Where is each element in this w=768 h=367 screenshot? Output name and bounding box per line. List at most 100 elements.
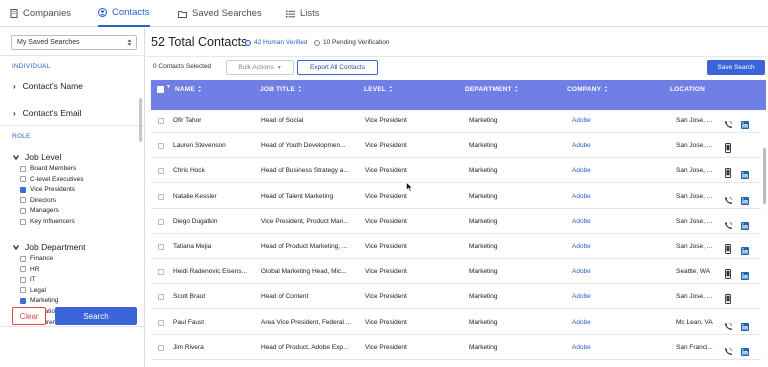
row-checkbox[interactable] [158, 244, 164, 250]
checkbox[interactable] [20, 176, 26, 183]
tab-saved-searches[interactable]: Saved Searches [178, 0, 262, 27]
column-header[interactable]: COMPANY ▲ ▼ [567, 85, 608, 93]
job-level-group[interactable]: Job Level [13, 152, 61, 162]
cell-name[interactable]: Heidi Radenovic Eisens... [173, 268, 247, 275]
table-row[interactable]: Chris Hock Head of Business Strategy a...… [151, 158, 761, 184]
phone-icon[interactable] [724, 116, 733, 134]
tab-lists[interactable]: Lists [286, 0, 320, 27]
checkbox[interactable] [20, 276, 26, 283]
table-row[interactable]: Jim Rivera Head of Product, Adobe Exp... V… [151, 335, 761, 360]
company-link[interactable]: Adobe [572, 344, 591, 351]
cell-name[interactable]: Ofir Tahor [173, 117, 201, 124]
cell-name[interactable]: Paul Faust [173, 319, 204, 326]
column-header[interactable]: JOB TITLE ▲ ▼ [260, 85, 302, 93]
cell-name[interactable]: Chris Hock [173, 167, 205, 174]
linkedin-icon[interactable] [741, 116, 749, 134]
company-link[interactable]: Adobe [572, 293, 591, 300]
filter-option[interactable]: Key Influencers [20, 217, 75, 226]
company-link[interactable]: Adobe [572, 218, 591, 225]
checkbox[interactable] [20, 287, 26, 294]
cell-name[interactable]: Scott Braut [173, 293, 205, 300]
filter-option[interactable]: Marketing [20, 296, 59, 305]
checkbox[interactable] [20, 197, 26, 204]
row-checkbox[interactable] [158, 319, 164, 326]
phone-icon[interactable] [724, 343, 733, 361]
linkedin-icon[interactable] [741, 166, 749, 184]
company-link[interactable]: Adobe [572, 167, 591, 174]
cell-name[interactable]: Diego Dugatkin [173, 218, 217, 225]
linkedin-icon[interactable] [741, 242, 749, 260]
select-all-dropdown[interactable]: ▼ [166, 85, 171, 90]
filter-option[interactable]: HR [20, 265, 39, 274]
job-department-group[interactable]: Job Department [13, 242, 85, 252]
row-checkbox[interactable] [158, 269, 164, 276]
checkbox[interactable] [20, 207, 26, 214]
row-checkbox[interactable] [158, 344, 164, 351]
linkedin-icon[interactable] [741, 217, 749, 235]
table-row[interactable]: Heidi Radenovic Eisens... Global Marketin… [151, 259, 761, 285]
row-checkbox[interactable] [158, 193, 164, 200]
mobile-phone-icon[interactable] [725, 291, 731, 309]
tab-companies[interactable]: Companies [10, 0, 71, 27]
table-scrollbar[interactable] [763, 148, 766, 204]
company-link[interactable]: Adobe [572, 142, 591, 149]
linkedin-icon[interactable] [741, 192, 749, 210]
mobile-phone-icon[interactable] [725, 266, 731, 284]
checkbox-checked[interactable] [20, 186, 26, 193]
filter-option[interactable]: Board Members [20, 164, 76, 173]
clear-button[interactable]: Clear [12, 307, 46, 325]
filter-contact-name[interactable]: › Contact's Name [13, 81, 83, 91]
company-link[interactable]: Adobe [572, 243, 591, 250]
filter-human-verified[interactable]: 42 Human Verified [245, 39, 307, 46]
saved-searches-select[interactable]: My Saved Searches [11, 35, 137, 50]
table-row[interactable]: Diego Dugatkin Vice President, Product Ma… [151, 209, 761, 234]
linkedin-icon[interactable] [741, 267, 749, 285]
filter-option[interactable]: IT [20, 275, 36, 284]
cell-name[interactable]: Jim Rivera [173, 344, 204, 351]
company-link[interactable]: Adobe [572, 193, 591, 200]
linkedin-icon[interactable] [741, 318, 749, 336]
row-checkbox[interactable] [158, 294, 164, 301]
filter-option[interactable]: Managers [20, 206, 59, 215]
cell-name[interactable]: Tatiana Mejia [173, 243, 211, 250]
checkbox[interactable] [20, 255, 26, 262]
checkbox-checked[interactable] [20, 297, 26, 304]
export-all-button[interactable]: Export All Contacts [297, 60, 378, 75]
linkedin-icon[interactable] [741, 343, 749, 361]
checkbox[interactable] [20, 266, 26, 273]
mobile-phone-icon[interactable] [725, 241, 731, 259]
cell-name[interactable]: Lauren Stevenson [173, 142, 226, 149]
mobile-phone-icon[interactable] [725, 140, 731, 158]
tab-contacts[interactable]: Contacts [98, 0, 150, 27]
save-search-button[interactable]: Save Search [707, 60, 765, 75]
phone-icon[interactable] [724, 217, 733, 235]
checkbox[interactable] [20, 218, 26, 225]
table-row[interactable]: Tatiana Mejia Head of Product Marketing, … [151, 234, 761, 259]
table-row[interactable]: Scott Braut Head of Content Vice President… [151, 284, 761, 310]
filter-option[interactable]: Finance [20, 254, 53, 263]
row-checkbox[interactable] [158, 118, 164, 124]
cell-name[interactable]: Natalie Kessler [173, 193, 217, 200]
filter-option[interactable]: Directors [20, 196, 56, 205]
select-all-checkbox[interactable] [157, 86, 164, 93]
phone-icon[interactable] [724, 192, 733, 210]
mobile-phone-icon[interactable] [725, 165, 731, 183]
search-button[interactable]: Search [55, 307, 137, 325]
table-row[interactable]: Ofir Tahor Head of Social Vice President Ma… [151, 108, 761, 133]
table-row[interactable]: Lauren Stevenson Head of Youth Developmen… [151, 133, 761, 159]
company-link[interactable]: Adobe [572, 268, 591, 275]
company-link[interactable]: Adobe [572, 117, 591, 124]
table-row[interactable]: Natalie Kessler Head of Talent Marketing V… [151, 184, 761, 209]
row-checkbox[interactable] [158, 143, 164, 150]
column-header[interactable]: DEPARTMENT ▲ ▼ [465, 85, 518, 93]
bulk-actions-button[interactable]: Bulk Actions ▼ [226, 60, 294, 75]
filter-option[interactable]: Vice Presidents [20, 185, 75, 194]
table-row[interactable]: Paul Faust Area Vice President, Federal .… [151, 310, 761, 335]
column-header[interactable]: LEVEL ▲ ▼ [364, 85, 393, 93]
column-header[interactable]: NAME ▲ ▼ [175, 85, 202, 93]
filter-pending-verification[interactable]: 10 Pending Verification [314, 39, 390, 46]
row-checkbox[interactable] [158, 218, 164, 225]
row-checkbox[interactable] [158, 168, 164, 175]
filter-option[interactable]: Legal [20, 286, 46, 295]
filter-contact-email[interactable]: › Contact's Email [13, 108, 81, 118]
